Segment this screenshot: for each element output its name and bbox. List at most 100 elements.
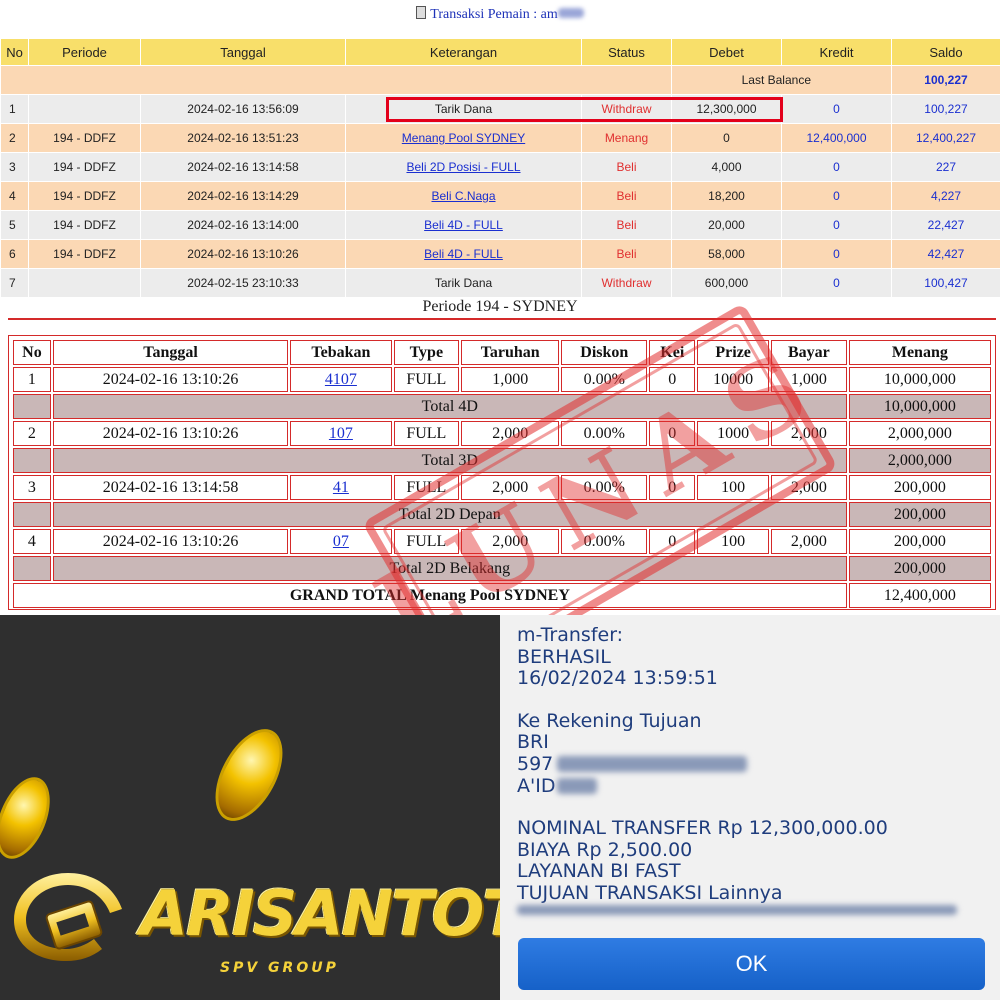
cell-no: 3 xyxy=(0,152,29,182)
col-header-bayar: Bayar xyxy=(770,340,847,365)
destination-name: A'ID xyxy=(517,774,957,798)
total-row: Total 4D 10,000,000 xyxy=(13,394,991,419)
col-header-taruhan: Taruhan xyxy=(461,340,560,365)
last-balance-value: 100,227 xyxy=(891,65,1000,95)
tebakan-link[interactable]: 4107 xyxy=(290,367,392,392)
cell-kei: 0 xyxy=(649,529,696,554)
cell-menang: 10,000,000 xyxy=(848,367,991,392)
table-row: 4 194 - DDFZ 2024-02-16 13:14:29 Beli C.… xyxy=(0,181,1000,211)
periode-table: No Tanggal Tebakan Type Taruhan Diskon K… xyxy=(11,338,993,610)
grand-total-row: GRAND TOTAL Menang Pool SYDNEY 12,400,00… xyxy=(13,583,991,608)
col-header-no: No xyxy=(13,340,51,365)
destination-account: 597 xyxy=(517,752,957,776)
cell-tanggal: 2024-02-16 13:56:09 xyxy=(140,94,346,124)
keterangan-link[interactable]: Beli 2D Posisi - FULL xyxy=(345,152,582,182)
cell-kredit: 0 xyxy=(781,94,892,124)
cell-tanggal: 2024-02-15 23:10:33 xyxy=(140,268,346,298)
cell-kredit: 0 xyxy=(781,239,892,269)
cell-debet: 0 xyxy=(671,123,782,153)
col-header-tanggal: Tanggal xyxy=(52,340,289,365)
cell-periode xyxy=(28,94,141,124)
total-label: Total 4D xyxy=(52,394,847,419)
cell-saldo: 4,227 xyxy=(891,181,1000,211)
cell-bayar: 1,000 xyxy=(770,367,847,392)
col-header-saldo: Saldo xyxy=(891,38,1000,66)
cell-tanggal: 2024-02-16 13:14:58 xyxy=(140,152,346,182)
cell-saldo: 22,427 xyxy=(891,210,1000,240)
cell-tanggal: 2024-02-16 13:10:26 xyxy=(52,529,289,554)
tebakan-link[interactable]: 41 xyxy=(290,475,392,500)
cell-no: 1 xyxy=(13,367,51,392)
table-row: 2 194 - DDFZ 2024-02-16 13:51:23 Menang … xyxy=(0,123,1000,153)
cell-kredit: 0 xyxy=(781,268,892,298)
transfer-type: m-Transfer: xyxy=(517,624,624,646)
cell-status: Beli xyxy=(581,210,672,240)
cell-debet: 20,000 xyxy=(671,210,782,240)
transaction-title: Transaksi Pemain : am xyxy=(0,6,1000,23)
cell-taruhan: 2,000 xyxy=(461,529,560,554)
ok-button[interactable]: OK xyxy=(518,938,985,990)
promo-banner: ARISANTOTO SPV GROUP xyxy=(0,615,500,1000)
document-icon xyxy=(416,6,427,19)
total-value: 2,000,000 xyxy=(848,448,991,473)
destination-bank: BRI xyxy=(517,731,549,754)
brand-logo-subtext: SPV GROUP xyxy=(220,960,339,976)
keterangan-link[interactable]: Menang Pool SYDNEY xyxy=(345,123,582,153)
col-header-kei: Kei xyxy=(649,340,696,365)
account-prefix: 597 xyxy=(517,752,554,775)
blurred-username xyxy=(557,8,584,18)
total-spacer xyxy=(13,556,51,581)
transfer-fee: BIAYA Rp 2,500.00 xyxy=(517,838,693,861)
cell-periode xyxy=(28,268,141,298)
periode-panel: No Tanggal Tebakan Type Taruhan Diskon K… xyxy=(8,335,996,610)
cell-bayar: 2,000 xyxy=(770,475,847,500)
transfer-purpose: TUJUAN TRANSAKSI Lainnya xyxy=(517,881,783,904)
cell-tanggal: 2024-02-16 13:14:29 xyxy=(140,181,346,211)
cell-saldo: 42,427 xyxy=(891,239,1000,269)
cell-no: 3 xyxy=(13,475,51,500)
total-spacer xyxy=(13,448,51,473)
cell-type: FULL xyxy=(393,367,460,392)
cell-kredit: 0 xyxy=(781,152,892,182)
cell-status: Beli xyxy=(581,239,672,269)
col-header-no: No xyxy=(0,38,29,66)
cell-diskon: 0.00% xyxy=(561,475,648,500)
col-header-debet: Debet xyxy=(671,38,782,66)
transaction-title-text: Transaksi Pemain : am xyxy=(430,7,558,22)
cell-type: FULL xyxy=(393,529,460,554)
tebakan-link[interactable]: 107 xyxy=(290,421,392,446)
name-prefix: A'ID xyxy=(517,774,556,797)
total-label: Total 2D Belakang xyxy=(52,556,847,581)
cell-saldo: 100,427 xyxy=(891,268,1000,298)
col-header-kredit: Kredit xyxy=(781,38,892,66)
keterangan-link[interactable]: Beli C.Naga xyxy=(345,181,582,211)
cell-kei: 0 xyxy=(649,367,696,392)
cell-saldo: 227 xyxy=(891,152,1000,182)
cell-menang: 2,000,000 xyxy=(848,421,991,446)
col-header-tanggal: Tanggal xyxy=(140,38,346,66)
col-header-diskon: Diskon xyxy=(561,340,648,365)
cell-status: Beli xyxy=(581,181,672,211)
cell-tanggal: 2024-02-16 13:14:00 xyxy=(140,210,346,240)
transfer-lines: m-Transfer: BERHASIL 16/02/2024 13:59:51… xyxy=(517,624,957,926)
cell-saldo: 12,400,227 xyxy=(891,123,1000,153)
cell-diskon: 0.00% xyxy=(561,367,648,392)
transaction-header-row: No Periode Tanggal Keterangan Status Deb… xyxy=(0,38,1000,66)
last-balance-row: Last Balance 100,227 xyxy=(0,65,1000,95)
cell-no: 5 xyxy=(0,210,29,240)
cell-no: 4 xyxy=(13,529,51,554)
cell-debet: 58,000 xyxy=(671,239,782,269)
tebakan-link[interactable]: 07 xyxy=(290,529,392,554)
withdraw-highlight-box xyxy=(386,97,783,122)
bet-row: 1 2024-02-16 13:10:26 4107 FULL 1,000 0.… xyxy=(13,367,991,392)
keterangan-link[interactable]: Beli 4D - FULL xyxy=(345,210,582,240)
total-value: 200,000 xyxy=(848,502,991,527)
table-row: 7 2024-02-15 23:10:33 Tarik Dana Withdra… xyxy=(0,268,1000,298)
keterangan-link[interactable]: Beli 4D - FULL xyxy=(345,239,582,269)
transfer-receipt: m-Transfer: BERHASIL 16/02/2024 13:59:51… xyxy=(500,615,1000,1000)
cell-taruhan: 1,000 xyxy=(461,367,560,392)
last-balance-spacer xyxy=(0,65,672,95)
col-header-prize: Prize xyxy=(697,340,769,365)
